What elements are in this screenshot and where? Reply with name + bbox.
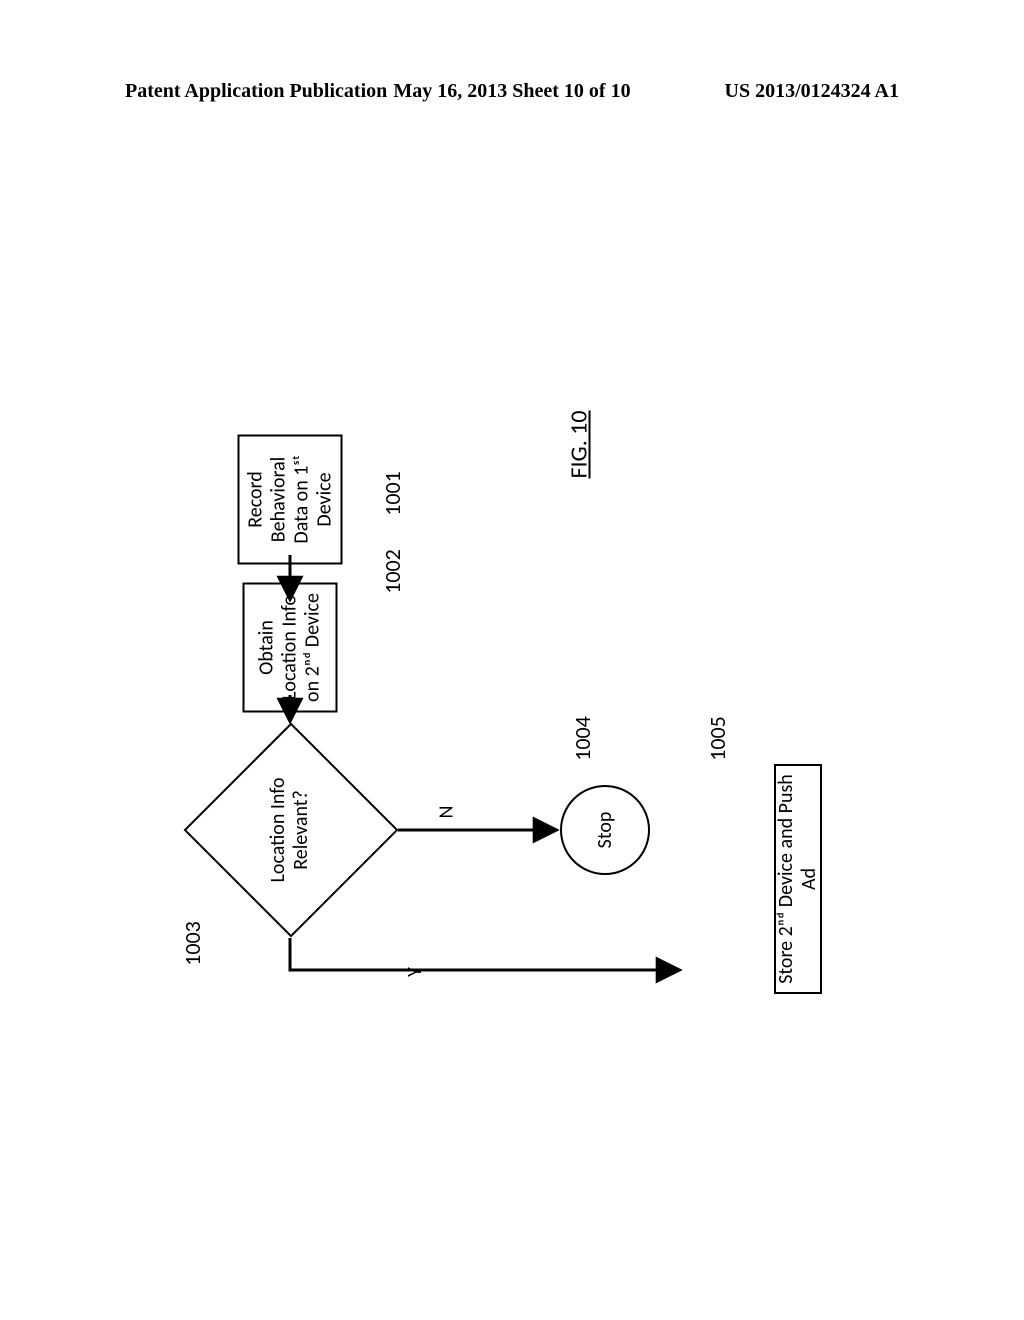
step-1002-box: Obtain Location Info on 2ⁿᵈ Device [243, 583, 338, 713]
figure-title: FIG. 10 [565, 410, 594, 478]
step-1001-box: Record Behavioral Data on 1ˢᵗ Device [238, 435, 343, 565]
page: Patent Application Publication May 16, 2… [0, 0, 1024, 1320]
flowchart-svg [0, 0, 1024, 1320]
step-1005-ref: 1005 [704, 716, 731, 761]
step-1005-box: Store 2ⁿᵈ Device and Push Ad [774, 764, 822, 994]
decision-text-span: Location Info Relevant? [267, 775, 313, 885]
stop-ref: 1004 [569, 716, 596, 761]
step-1001-text: Record Behavioral Data on 1ˢᵗ Device [244, 437, 336, 563]
step-1005-text: Store 2ⁿᵈ Device and Push Ad [775, 766, 821, 992]
branch-yes-label: Y [403, 967, 427, 977]
step-1002-text: Obtain Location Info on 2ⁿᵈ Device [256, 585, 325, 711]
step-1001-ref: 1001 [379, 471, 406, 516]
stop-text: Stop [593, 812, 617, 849]
decision-text: Location Info Relevant? [250, 775, 330, 885]
decision-ref: 1003 [179, 921, 206, 966]
step-1002-ref: 1002 [379, 549, 406, 594]
arrow-yes-to-1005 [290, 938, 680, 970]
branch-no-label: N [434, 806, 458, 819]
stop-circle: Stop [560, 785, 650, 875]
